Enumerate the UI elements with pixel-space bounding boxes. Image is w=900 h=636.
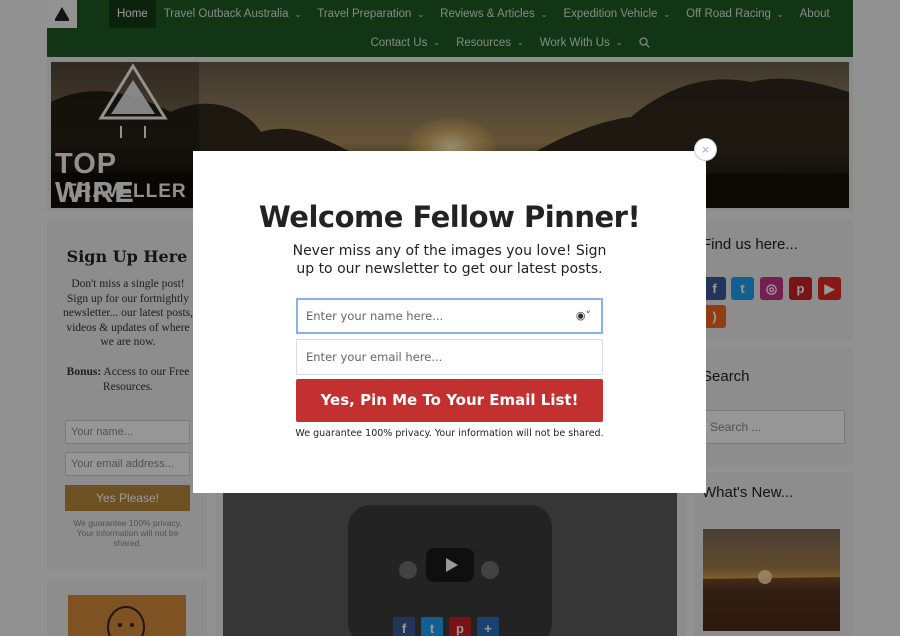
popup-submit-button[interactable]: Yes, Pin Me To Your Email List! (296, 379, 603, 422)
newsletter-popup: Welcome Fellow Pinner! Never miss any of… (193, 151, 706, 493)
popup-subtitle: Never miss any of the images you love! S… (292, 243, 607, 277)
close-icon[interactable]: × (694, 138, 717, 161)
name-placeholder: Enter your name here... (306, 309, 444, 323)
popup-email-input[interactable]: Enter your email here... (296, 339, 603, 375)
popup-privacy-note: We guarantee 100% privacy. Your informat… (295, 428, 604, 439)
popup-name-input[interactable]: Enter your name here... ◉˅ (296, 298, 603, 334)
popup-title: Welcome Fellow Pinner! (258, 200, 641, 234)
email-placeholder: Enter your email here... (306, 350, 443, 364)
autofill-contact-icon[interactable]: ◉˅ (576, 300, 591, 332)
